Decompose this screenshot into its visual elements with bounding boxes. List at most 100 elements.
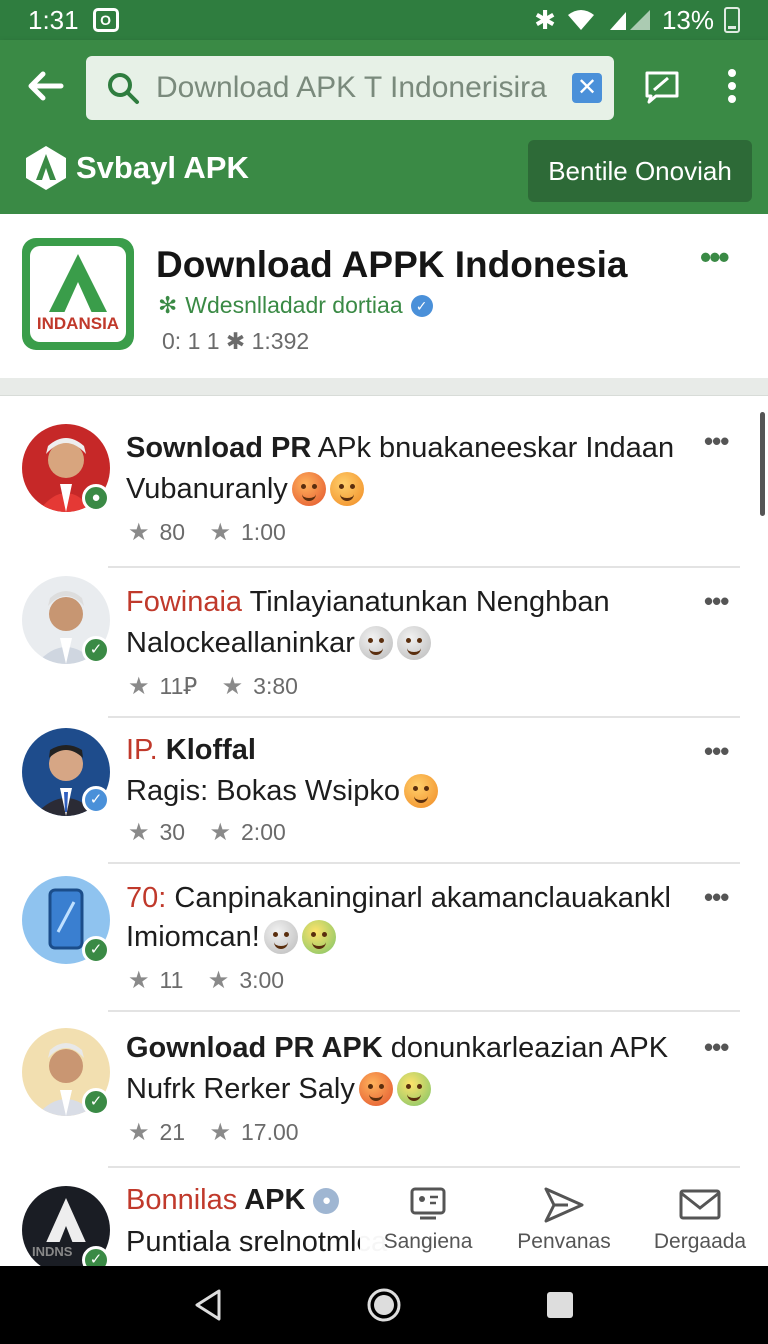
search-input[interactable] (156, 71, 556, 105)
post-title: 70: Canpinakaninginarl akamanclauakankl (126, 882, 671, 915)
verified-icon: ✓ (410, 294, 433, 317)
post-meta: ★ 11Ꝑ ★ 3:80 (128, 672, 298, 701)
star-icon: ★ (128, 819, 150, 846)
wifi-icon (567, 10, 594, 30)
post-more-icon[interactable]: ••• (704, 736, 729, 767)
post-meta: ★ 21 ★ 17.00 (128, 1118, 299, 1147)
gear-icon: ✻ (158, 292, 178, 318)
post-title-text: donunkarleazian APK (382, 1032, 669, 1064)
post-time: 2:00 (241, 819, 286, 845)
verified-badge-icon: ✓ (82, 1246, 110, 1266)
notification-icon: O (92, 8, 119, 32)
search-icon (108, 73, 139, 104)
search-bar[interactable]: ✕ (86, 56, 614, 120)
star-icon: ★ (207, 967, 230, 994)
post-likes: 30 (159, 819, 186, 845)
post-time: 3:00 (239, 967, 285, 993)
post-title-text: Tinlayianatunkan Nenghban (242, 586, 610, 618)
post-body-text: Imiomcan! (126, 920, 260, 953)
avatar-logo-text: INDNS (32, 1244, 73, 1259)
post-title: Bonnilas APK ● (126, 1184, 340, 1217)
app-info-card: INDANSIA Download APPK Indonesia ✻ Wdesn… (0, 214, 768, 378)
tab-dergaada[interactable]: Dergaada (632, 1172, 768, 1266)
tab-penvanas[interactable]: Penvanas (496, 1172, 632, 1266)
divider (108, 862, 740, 864)
post-body-text: Nalockeallaninkar (126, 626, 355, 659)
tab-label: Sangiena (383, 1230, 473, 1253)
emoji-icon (329, 472, 364, 506)
post-body-text: Nufrk Rerker Saly (126, 1072, 355, 1105)
battery-percent: 13% (661, 4, 714, 35)
post-more-icon[interactable]: ••• (704, 882, 729, 913)
bluetooth-icon: ✱ (534, 4, 556, 35)
clear-search-icon[interactable]: ✕ (572, 73, 602, 103)
post-time: 1:00 (241, 519, 286, 545)
tab-sangiena[interactable]: Sangiena (360, 1172, 496, 1266)
divider (108, 1166, 740, 1168)
post-title: Sownload PR APk bnuakaneeskar Indaan (126, 432, 674, 465)
signal-icon (609, 10, 650, 30)
nav-home-icon[interactable] (360, 1281, 408, 1329)
post-list[interactable]: ● Sownload PR APk bnuakaneeskar Indaan V… (0, 396, 768, 1266)
post-body: Ragis: Bokas Wsipko (126, 774, 438, 808)
tab-label: Dergaada (653, 1230, 747, 1253)
nav-recents-icon[interactable] (536, 1281, 584, 1329)
app-developer[interactable]: ✻ Wdesnlladadr dortiaa ✓ (158, 292, 433, 319)
post-title-bold: Sownload PR (126, 432, 312, 464)
id-card-icon (410, 1187, 446, 1220)
scrollbar[interactable] (760, 412, 765, 516)
verified-badge-icon: ✓ (82, 636, 110, 664)
star-icon: ★ (221, 673, 244, 700)
app-logo[interactable]: INDANSIA (22, 238, 134, 350)
divider (108, 1010, 740, 1012)
nav-back-icon[interactable] (184, 1281, 232, 1329)
star-icon: ★ (209, 1119, 232, 1146)
emoji-icon (263, 920, 298, 954)
app-title: Download APPK Indonesia (156, 244, 628, 285)
post-title-highlight: IP. (126, 734, 158, 766)
bottom-tab-bar: Sangiena Penvanas Dergaada (360, 1172, 768, 1266)
divider (108, 716, 740, 718)
post-meta: ★ 30 ★ 2:00 (128, 818, 286, 847)
post-time: 3:80 (253, 673, 298, 699)
app-stats: 0: 1 1 ✱ 1:392 (162, 328, 310, 354)
post-title: Fowinaia Tinlayianatunkan Nenghban (126, 586, 610, 619)
post-likes: 11 (159, 967, 184, 993)
post-meta: ★ 80 ★ 1:00 (128, 518, 286, 547)
emoji-icon (301, 920, 336, 954)
star-icon: ★ (128, 519, 150, 546)
divider (108, 566, 740, 568)
feedback-icon[interactable] (644, 70, 680, 104)
post-meta: ★ 11 ★ 3:00 (128, 966, 284, 995)
post-title-text: APk bnuakaneeskar Indaan (311, 432, 675, 464)
tab-label: Penvanas (517, 1230, 611, 1253)
send-icon (544, 1187, 584, 1223)
post-title-text: Canpinakaninginarl akamanclauakankl (166, 882, 671, 914)
header-action-button[interactable]: Bentile Onoviah (528, 140, 752, 202)
post-title-highlight: Fowinaia (126, 586, 243, 618)
post-body: Puntiala srelnotmlca (126, 1226, 387, 1259)
post-more-icon[interactable]: ••• (704, 426, 729, 457)
star-icon: ★ (209, 819, 232, 846)
back-arrow-icon[interactable] (20, 66, 70, 110)
mail-icon (679, 1189, 721, 1220)
star-icon: ★ (128, 673, 150, 700)
post-body-text: Vubanuranly (126, 472, 288, 505)
overflow-menu-icon[interactable] (720, 68, 744, 108)
post-more-icon[interactable]: ••• (704, 1032, 729, 1063)
post-body: Nufrk Rerker Saly (126, 1072, 431, 1106)
post-likes: 80 (159, 519, 186, 545)
star-icon: ★ (128, 1119, 150, 1146)
app-more-icon[interactable]: ••• (700, 241, 730, 273)
status-bar: 1:31 O ✱ 13% (0, 0, 768, 40)
post-more-icon[interactable]: ••• (704, 586, 729, 617)
post-title-bold: Kloffal (157, 734, 256, 766)
status-icons: ✱ 13% (534, 5, 740, 36)
post-title-bold: APK (237, 1184, 306, 1216)
brand-name: Svbayl APK (76, 150, 249, 185)
brand: Svbayl APK (24, 144, 249, 192)
post-body: Nalockeallaninkar (126, 626, 431, 660)
star-icon: ★ (209, 519, 232, 546)
verified-badge-icon: ✓ (82, 1088, 110, 1116)
emoji-icon (358, 626, 393, 660)
